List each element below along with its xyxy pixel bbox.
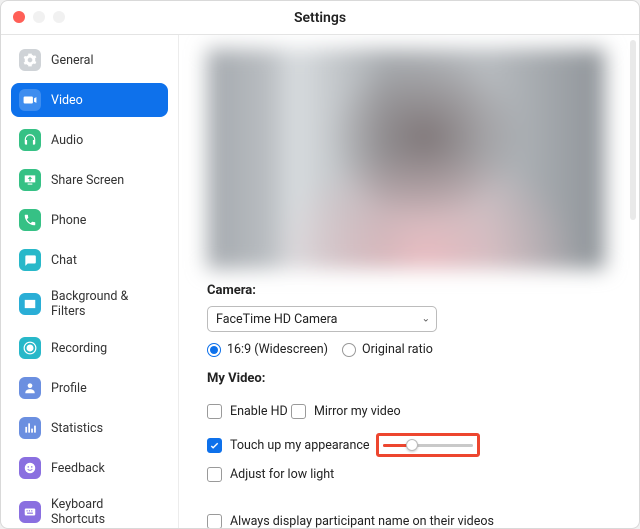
profile-icon bbox=[19, 377, 41, 399]
checkbox-icon bbox=[207, 438, 222, 453]
sidebar-item-phone[interactable]: Phone bbox=[11, 203, 168, 237]
gear-icon bbox=[19, 49, 41, 71]
recording-icon bbox=[19, 337, 41, 359]
sidebar-item-recording[interactable]: Recording bbox=[11, 331, 168, 365]
aspect-ratio-row: 16:9 (Widescreen) Original ratio bbox=[207, 342, 605, 357]
sidebar-item-profile[interactable]: Profile bbox=[11, 371, 168, 405]
traffic-lights bbox=[13, 11, 65, 23]
checkbox-icon bbox=[207, 467, 222, 482]
radio-label: 16:9 (Widescreen) bbox=[227, 342, 328, 357]
sidebar-item-keyboard-shortcuts[interactable]: Keyboard Shortcuts bbox=[11, 491, 168, 528]
radio-icon bbox=[207, 343, 221, 357]
checkbox-icon bbox=[291, 404, 306, 419]
sidebar-item-label: Keyboard Shortcuts bbox=[51, 497, 160, 527]
background-icon bbox=[19, 293, 41, 315]
chat-icon bbox=[19, 249, 41, 271]
window-body: General Video Audio Share Screen bbox=[1, 35, 639, 528]
checkbox-mirror-video[interactable]: Mirror my video bbox=[291, 404, 401, 419]
statistics-icon bbox=[19, 417, 41, 439]
touch-up-slider-highlight bbox=[376, 433, 480, 457]
minimize-icon[interactable] bbox=[33, 11, 45, 23]
sidebar-item-label: Feedback bbox=[51, 461, 105, 476]
sidebar-item-label: Recording bbox=[51, 341, 107, 356]
maximize-icon[interactable] bbox=[53, 11, 65, 23]
checkbox-label: Touch up my appearance bbox=[230, 438, 370, 453]
checkbox-always-display-names[interactable]: Always display participant name on their… bbox=[207, 514, 494, 528]
my-video-section-label: My Video: bbox=[207, 371, 605, 386]
radio-original-ratio[interactable]: Original ratio bbox=[342, 342, 433, 357]
sidebar-item-label: Phone bbox=[51, 213, 86, 228]
close-icon[interactable] bbox=[13, 11, 25, 23]
sidebar: General Video Audio Share Screen bbox=[1, 35, 179, 528]
camera-preview bbox=[207, 49, 605, 269]
video-icon bbox=[19, 89, 41, 111]
sidebar-item-label: Share Screen bbox=[51, 173, 124, 188]
checkbox-enable-hd[interactable]: Enable HD bbox=[207, 404, 288, 419]
chevron-down-icon: ⌄ bbox=[422, 314, 430, 325]
checkbox-icon bbox=[207, 404, 222, 419]
sidebar-item-background[interactable]: Background & Filters bbox=[11, 283, 168, 325]
checkbox-icon bbox=[207, 514, 222, 528]
settings-window: Settings General Video Audio bbox=[0, 0, 640, 529]
camera-select-value: FaceTime HD Camera bbox=[216, 312, 337, 327]
sidebar-item-share-screen[interactable]: Share Screen bbox=[11, 163, 168, 197]
slider-fill bbox=[383, 444, 408, 447]
sidebar-item-label: General bbox=[51, 53, 94, 68]
checkbox-low-light[interactable]: Adjust for low light bbox=[207, 467, 334, 482]
headphones-icon bbox=[19, 129, 41, 151]
radio-label: Original ratio bbox=[362, 342, 433, 357]
sidebar-item-label: Video bbox=[51, 93, 83, 108]
touch-up-slider[interactable] bbox=[383, 438, 473, 452]
sidebar-item-chat[interactable]: Chat bbox=[11, 243, 168, 277]
titlebar: Settings bbox=[1, 1, 639, 35]
checkbox-touch-up[interactable]: Touch up my appearance bbox=[207, 438, 370, 453]
window-title: Settings bbox=[294, 10, 346, 26]
sidebar-item-label: Chat bbox=[51, 253, 77, 268]
sidebar-item-statistics[interactable]: Statistics bbox=[11, 411, 168, 445]
feedback-icon bbox=[19, 457, 41, 479]
camera-select[interactable]: FaceTime HD Camera ⌄ bbox=[207, 306, 437, 332]
sidebar-item-label: Background & Filters bbox=[51, 289, 160, 319]
checkbox-label: Enable HD bbox=[230, 404, 288, 419]
sidebar-item-audio[interactable]: Audio bbox=[11, 123, 168, 157]
keyboard-icon bbox=[19, 501, 41, 523]
checkbox-label: Always display participant name on their… bbox=[230, 514, 494, 528]
phone-icon bbox=[19, 209, 41, 231]
content-pane: Camera: FaceTime HD Camera ⌄ 16:9 (Wides… bbox=[179, 35, 639, 528]
checkbox-label: Mirror my video bbox=[314, 404, 401, 419]
camera-section-label: Camera: bbox=[207, 283, 605, 298]
sidebar-item-general[interactable]: General bbox=[11, 43, 168, 77]
checkbox-label: Adjust for low light bbox=[230, 467, 334, 482]
scrollbar[interactable] bbox=[630, 40, 636, 220]
sidebar-item-feedback[interactable]: Feedback bbox=[11, 451, 168, 485]
sidebar-item-label: Audio bbox=[51, 133, 83, 148]
share-screen-icon bbox=[19, 169, 41, 191]
radio-16-9[interactable]: 16:9 (Widescreen) bbox=[207, 342, 328, 357]
sidebar-item-label: Profile bbox=[51, 381, 87, 396]
sidebar-item-video[interactable]: Video bbox=[11, 83, 168, 117]
sidebar-item-label: Statistics bbox=[51, 421, 103, 436]
slider-thumb[interactable] bbox=[406, 439, 418, 451]
radio-icon bbox=[342, 343, 356, 357]
